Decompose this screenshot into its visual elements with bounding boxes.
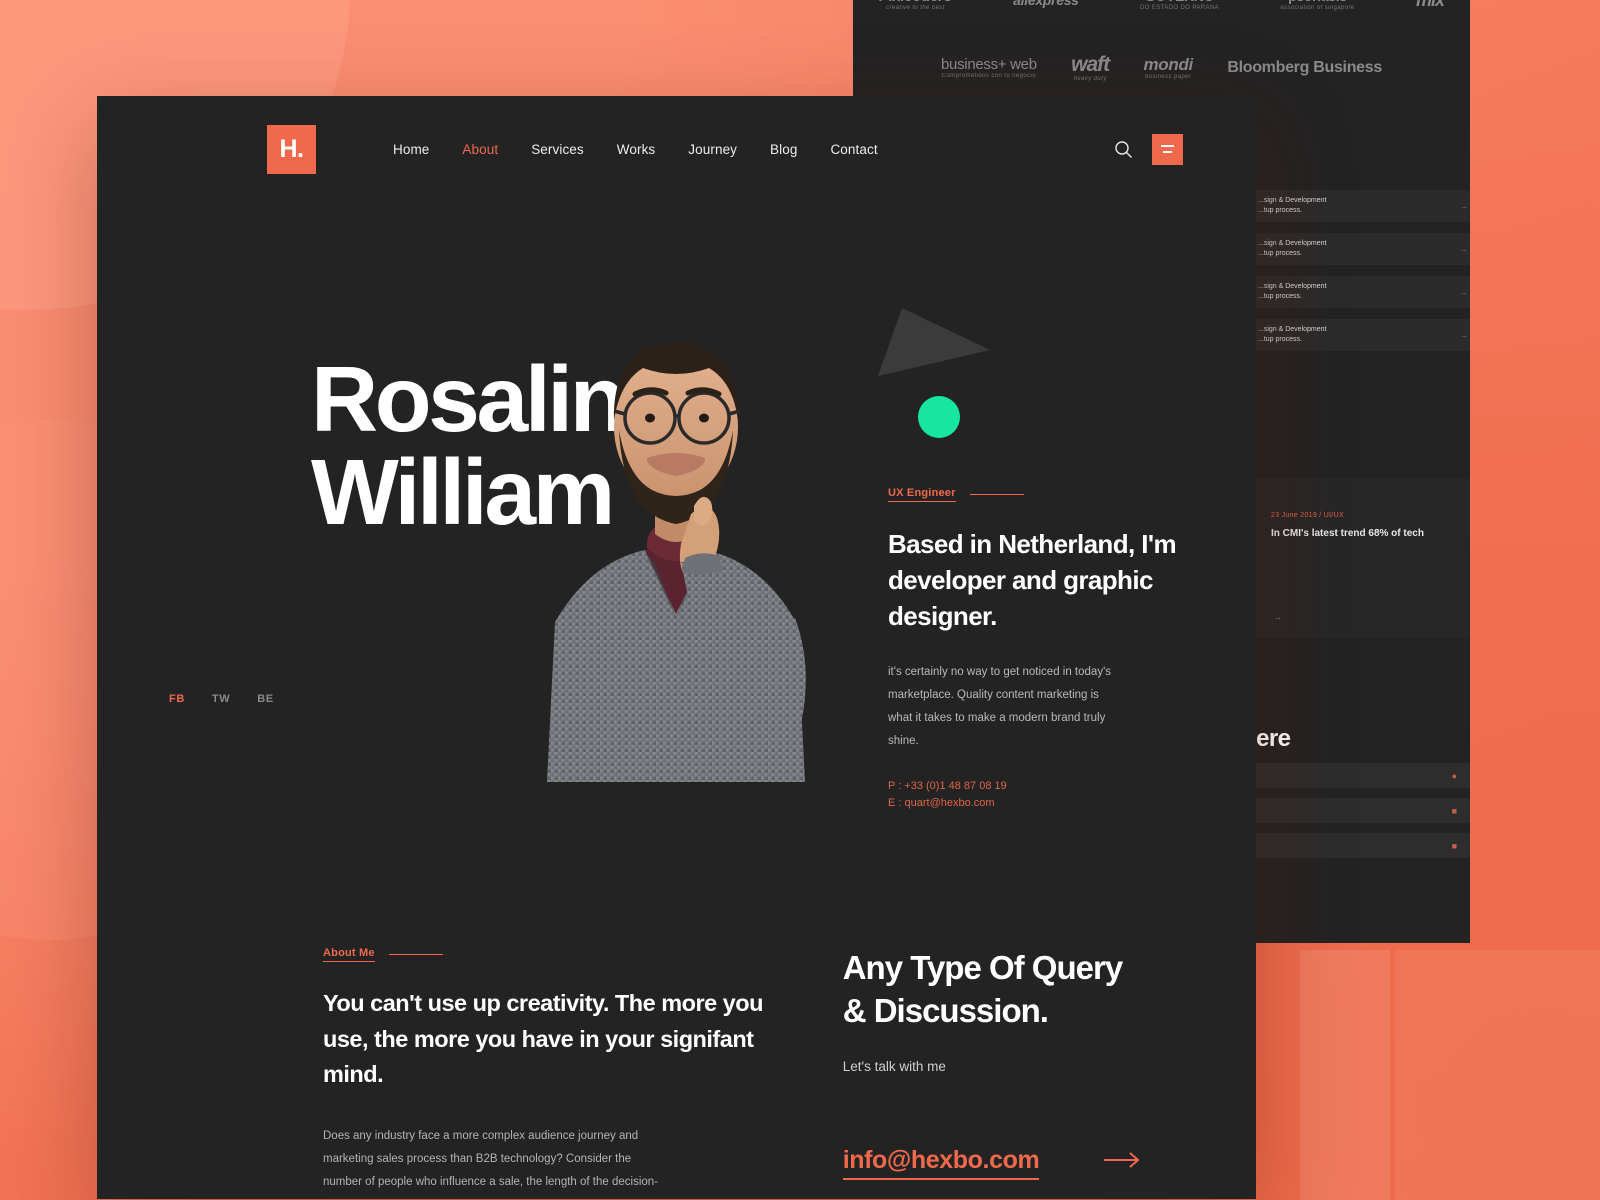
query-heading-line-2: & Discussion. <box>842 991 1049 1029</box>
mail-icon: ■ <box>1451 805 1457 816</box>
about-eyebrow: About Me <box>323 947 375 962</box>
background-service-card: ...sign & Development ...tup process. → <box>1248 276 1470 308</box>
about-body-text: Does any industry face a more complex au… <box>323 1130 658 1189</box>
arrow-right-icon: → <box>1273 612 1282 622</box>
nav-item-services[interactable]: Services <box>531 142 584 157</box>
arrow-right-icon: → <box>1460 201 1468 211</box>
logo-aliexpress: aliexpress <box>1013 0 1079 7</box>
user-icon: ● <box>1451 770 1457 781</box>
query-column: Any Type Of Query & Discussion. Let's ta… <box>842 947 1256 1199</box>
hero-decorative-shapes <box>872 302 1002 442</box>
site-header: H. Home About Services Works Journey Blo… <box>97 96 1256 202</box>
arrow-right-icon: → <box>1460 244 1468 254</box>
nav-item-contact[interactable]: Contact <box>830 142 877 157</box>
decorative-band-bottom <box>1300 950 1390 1200</box>
portfolio-page-card: H. Home About Services Works Journey Blo… <box>97 96 1256 1199</box>
about-column: About Me You can't use up creativity. Th… <box>323 947 771 1199</box>
logo-mondi: mondi business paper <box>1143 54 1193 81</box>
hero-section: Rosalina William FB TW BE UX Engineer Ba… <box>97 202 1256 809</box>
main-navigation: Home About Services Works Journey Blog C… <box>393 142 878 157</box>
eyebrow-rule <box>388 954 443 955</box>
social-link-behance[interactable]: BE <box>257 693 273 705</box>
logo-pixicoders: Pixicoders creative to the best <box>879 0 952 12</box>
arrow-right-icon: → <box>1460 287 1468 297</box>
pencil-icon: ■ <box>1451 840 1457 851</box>
query-action-row: info@hexbo.com <box>842 1146 1256 1180</box>
arrow-right-icon: → <box>1460 330 1468 340</box>
decorative-band-right <box>1395 950 1600 1200</box>
social-links: FB TW BE <box>169 693 274 705</box>
hero-eyebrow-row: UX Engineer <box>888 487 1188 502</box>
search-icon[interactable] <box>1112 138 1134 160</box>
query-heading: Any Type Of Query & Discussion. <box>843 947 1256 1033</box>
header-tools <box>1112 133 1183 165</box>
background-blog-card: 23 June 2019 / UI/UX In CMI's latest tre… <box>1253 478 1470 638</box>
logo-bloomberg-business: Bloomberg Business <box>1227 59 1382 76</box>
arrow-right-icon[interactable] <box>1104 1152 1142 1173</box>
nav-item-blog[interactable]: Blog <box>770 142 797 157</box>
brand-logo[interactable]: H. <box>267 124 316 174</box>
hero-info-column: UX Engineer Based in Netherland, I'm dev… <box>888 487 1188 813</box>
hero-headline: Based in Netherland, I'm developer and g… <box>888 529 1177 631</box>
nav-item-journey[interactable]: Journey <box>688 142 737 157</box>
logo-governo: GOVERNO DO ESTADO DO PARANÁ <box>1139 0 1220 11</box>
logo-row-bottom: business+ web Comprometidos con tu negoc… <box>879 40 1444 96</box>
social-link-twitter[interactable]: TW <box>212 693 230 705</box>
logo-business-web: business+ web Comprometidos con tu negoc… <box>941 55 1037 80</box>
nav-item-home[interactable]: Home <box>393 142 429 157</box>
logo-row-top: Pixicoders creative to the best aliexpre… <box>879 0 1445 18</box>
about-heading: You can't use up creativity. The more yo… <box>323 990 763 1088</box>
background-service-card: ...sign & Development ...tup process. → <box>1248 319 1470 351</box>
background-service-card: ...sign & Development ...tup process. → <box>1248 233 1470 265</box>
eyebrow-rule <box>969 494 1024 495</box>
query-heading-line-1: Any Type Of Query <box>842 949 1123 986</box>
hero-body-text: it's certainly no way to get noticed in … <box>888 665 1112 747</box>
contact-phone[interactable]: P : +33 (0)1 48 87 08 19 <box>888 778 1188 796</box>
about-eyebrow-row: About Me <box>323 947 771 962</box>
social-link-facebook[interactable]: FB <box>169 693 185 705</box>
background-service-card-list: ...sign & Development ...tup process. → … <box>1248 190 1470 362</box>
contact-email-link[interactable]: info@hexbo.com <box>842 1146 1040 1180</box>
query-subtitle: Let's talk with me <box>842 1058 946 1074</box>
avatar <box>547 342 806 782</box>
logo-mix: mix <box>1416 0 1445 9</box>
triangle-icon <box>878 308 990 376</box>
client-logo-wall: Pixicoders creative to the best aliexpre… <box>853 0 1470 96</box>
hamburger-menu-icon[interactable] <box>1152 133 1183 165</box>
green-circle-accent <box>918 396 960 438</box>
contact-email[interactable]: E : quart@hexbo.com <box>888 795 1188 813</box>
lower-section: About Me You can't use up creativity. Th… <box>97 802 1256 1199</box>
logo-waft: waft heavy duty <box>1071 52 1110 83</box>
nav-item-works[interactable]: Works <box>617 142 656 157</box>
nav-item-about[interactable]: About <box>462 142 498 157</box>
hero-eyebrow: UX Engineer <box>888 487 956 502</box>
logo-psoriasis: psoriasis association of singapore <box>1280 0 1355 11</box>
background-service-card: ...sign & Development ...tup process. → <box>1248 190 1470 222</box>
